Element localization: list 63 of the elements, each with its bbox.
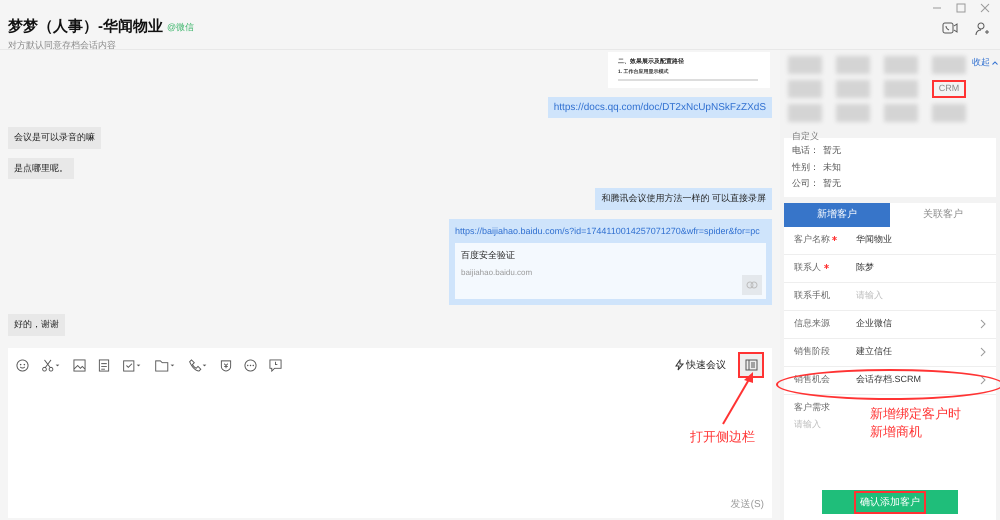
folder-icon[interactable] xyxy=(154,358,176,372)
field-label: 客户名称 xyxy=(794,233,831,246)
info-value: 暂无 xyxy=(823,144,841,157)
field-label: 销售阶段 xyxy=(794,345,831,358)
phone-icon[interactable] xyxy=(942,21,958,35)
field-label: 联系人 xyxy=(794,261,822,274)
app-label[interactable]: CRM xyxy=(932,80,966,98)
sidebar-toggle-button[interactable] xyxy=(738,352,764,378)
customer-tab[interactable]: 新增客户 xyxy=(784,202,890,226)
chevron-up-icon xyxy=(992,60,998,65)
more-icon[interactable] xyxy=(244,358,257,372)
input-field[interactable]: 请输入 xyxy=(856,289,956,303)
card-domain: baijiahao.baidu.com xyxy=(461,266,534,278)
field-value: 华闻物业 xyxy=(856,233,892,246)
add-person-icon[interactable] xyxy=(974,21,990,37)
annotation-arrow xyxy=(720,370,756,426)
info-value: 暂无 xyxy=(823,177,841,190)
close-icon[interactable] xyxy=(980,3,990,13)
chevron-right-icon xyxy=(980,347,986,357)
link-message[interactable]: https://docs.qq.com/doc/DT2xNcUpNSkFzZXdS xyxy=(548,97,772,118)
message-bubble: 和腾讯会议使用方法一样的 可以直接录屏 xyxy=(595,188,772,210)
scissors-icon[interactable] xyxy=(41,358,61,372)
emoji-icon[interactable] xyxy=(16,358,29,372)
info-value: 未知 xyxy=(823,160,841,174)
phone-icon[interactable] xyxy=(188,358,208,372)
link-icon xyxy=(742,275,762,295)
wechat-tag: @微信 xyxy=(167,20,194,34)
image-icon[interactable] xyxy=(73,358,86,372)
select-value[interactable]: 建立信任 xyxy=(856,345,892,359)
quick-meeting-link[interactable]: 快速会议 xyxy=(686,358,726,372)
send-button[interactable]: 发送(S) xyxy=(730,497,764,512)
document-icon[interactable] xyxy=(98,358,110,372)
chat-title: 梦梦（人事）-华闻物业 xyxy=(8,17,163,37)
link-text[interactable]: https://baijiahao.baidu.com/s?id=1744110014257071270&wfr=spider&for=pc xyxy=(455,224,766,238)
collapse-link[interactable]: 收起 xyxy=(972,56,990,70)
chevron-right-icon xyxy=(980,375,986,385)
annotation-line: 新增绑定客户时 xyxy=(870,404,961,422)
field-label: 信息来源 xyxy=(794,317,831,330)
lightning-icon xyxy=(675,359,684,371)
chat-subtitle: 对方默认同意存档会话内容 xyxy=(8,38,117,52)
chat-clock-icon[interactable] xyxy=(269,358,282,372)
message-bubble: 是点哪里呢。 xyxy=(8,158,74,179)
shield-icon[interactable] xyxy=(220,358,232,372)
field-label: 联系手机 xyxy=(794,289,831,302)
message-bubble: 会议是可以录音的嘛 xyxy=(8,127,101,148)
message-bubble: 好的，谢谢 xyxy=(8,314,65,336)
maximize-icon[interactable] xyxy=(956,3,966,13)
info-label: 公司： xyxy=(792,177,819,190)
customize-link[interactable]: 自定义 xyxy=(792,130,992,144)
card-title: 百度安全验证 xyxy=(461,249,516,262)
sidebar-icon xyxy=(744,359,758,371)
confirm-add-customer-button[interactable]: 确认添加客户 xyxy=(822,490,958,514)
info-label: 性别： xyxy=(792,160,819,174)
select-value[interactable]: 会话存档.SCRM xyxy=(856,373,921,387)
field-value: 陈梦 xyxy=(856,261,874,274)
link-preview-card[interactable]: 百度安全验证 baijiahao.baidu.com xyxy=(455,243,766,299)
field-label: 客户需求 xyxy=(794,400,831,414)
annotation-note: 打开侧边栏 xyxy=(690,428,755,446)
info-label: 电话： xyxy=(792,144,819,157)
chevron-right-icon xyxy=(980,319,986,329)
checkbox-icon[interactable] xyxy=(122,358,142,372)
annotation-line: 新增商机 xyxy=(870,422,923,440)
select-value[interactable]: 企业微信 xyxy=(856,317,892,331)
